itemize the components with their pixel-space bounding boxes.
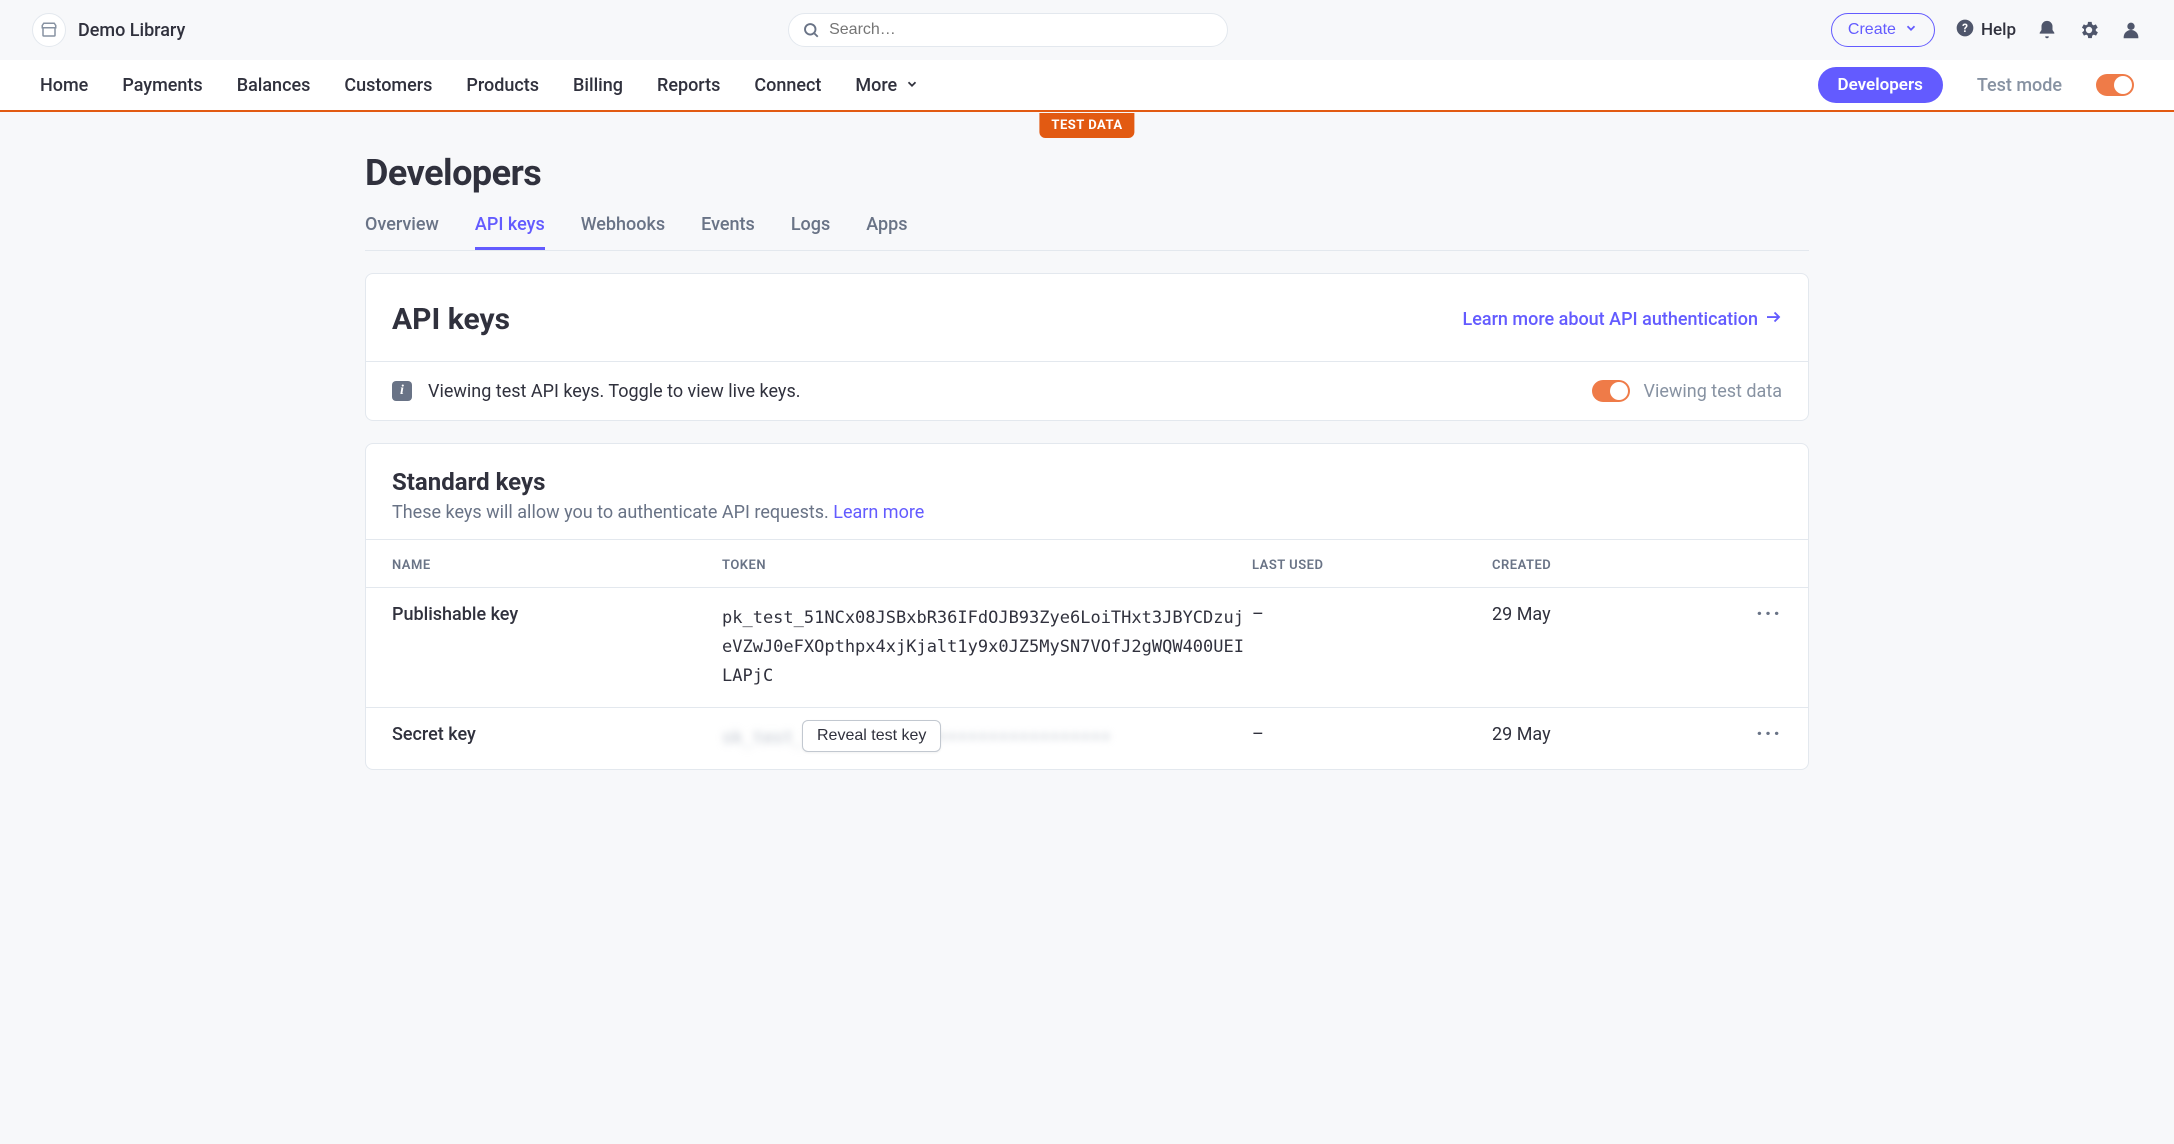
search-icon — [802, 21, 820, 43]
table-row: Secret key sk_test_•••••••••••••••••••••… — [366, 707, 1808, 769]
subtabs: Overview API keys Webhooks Events Logs A… — [365, 214, 1809, 251]
info-right: Viewing test data — [1592, 380, 1783, 402]
nav-reports[interactable]: Reports — [657, 75, 720, 96]
store-icon — [32, 13, 66, 47]
org-name: Demo Library — [78, 20, 185, 41]
section-sub-text: These keys will allow you to authenticat… — [392, 502, 833, 523]
search-input[interactable] — [788, 13, 1228, 47]
tab-logs[interactable]: Logs — [791, 214, 830, 250]
nav-customers[interactable]: Customers — [344, 75, 432, 96]
topbar: Demo Library Create ? Help — [0, 0, 2174, 60]
nav-connect[interactable]: Connect — [754, 75, 821, 96]
learn-auth-link[interactable]: Learn more about API authentication — [1463, 308, 1783, 331]
tab-apps[interactable]: Apps — [866, 214, 907, 250]
svg-text:?: ? — [1962, 21, 1968, 35]
col-name: NAME — [392, 558, 722, 573]
test-mode-label: Test mode — [1977, 75, 2062, 96]
section-sub: These keys will allow you to authenticat… — [392, 502, 1782, 523]
nav-more[interactable]: More — [855, 75, 919, 96]
tab-api-keys[interactable]: API keys — [475, 214, 545, 250]
nav-products[interactable]: Products — [466, 75, 539, 96]
topbar-right: Create ? Help — [1831, 13, 2142, 47]
panel-title: API keys — [392, 302, 510, 337]
info-left: i Viewing test API keys. Toggle to view … — [392, 381, 801, 402]
key-last-used: – — [1252, 724, 1492, 745]
navbar: Home Payments Balances Customers Product… — [0, 60, 2174, 112]
reveal-test-key-button[interactable]: Reveal test key — [802, 720, 941, 752]
nav-billing[interactable]: Billing — [573, 75, 623, 96]
tab-webhooks[interactable]: Webhooks — [581, 214, 665, 250]
nav-more-label: More — [855, 75, 897, 96]
key-name: Publishable key — [392, 604, 722, 625]
profile-icon[interactable] — [2120, 19, 2142, 41]
learn-link-label: Learn more about API authentication — [1463, 309, 1759, 330]
chevron-down-icon — [1904, 21, 1918, 40]
create-button[interactable]: Create — [1831, 13, 1935, 47]
nav-balances[interactable]: Balances — [237, 75, 311, 96]
api-keys-panel: API keys Learn more about API authentica… — [365, 273, 1809, 421]
viewing-test-label: Viewing test data — [1644, 381, 1783, 402]
nav-developers[interactable]: Developers — [1818, 67, 1943, 103]
table-row: Publishable key pk_test_51NCx08JSBxbR36I… — [366, 587, 1808, 707]
notifications-icon[interactable] — [2036, 19, 2058, 41]
info-row: i Viewing test API keys. Toggle to view … — [366, 361, 1808, 420]
search-wrap — [788, 13, 1228, 47]
create-button-label: Create — [1848, 21, 1896, 39]
view-live-toggle[interactable] — [1592, 380, 1630, 402]
col-last-used: LAST USED — [1252, 558, 1492, 573]
nav-home[interactable]: Home — [40, 75, 88, 96]
key-name: Secret key — [392, 724, 722, 745]
chevron-down-icon — [905, 75, 919, 96]
test-mode-toggle[interactable] — [2096, 74, 2134, 96]
help-label: Help — [1981, 20, 2016, 40]
key-last-used: – — [1252, 604, 1492, 625]
nav-payments[interactable]: Payments — [122, 75, 202, 96]
org-switcher[interactable]: Demo Library — [32, 13, 185, 47]
page: Developers Overview API keys Webhooks Ev… — [347, 112, 1827, 810]
help-icon: ? — [1955, 18, 1975, 43]
panel-head: API keys Learn more about API authentica… — [366, 274, 1808, 361]
settings-icon[interactable] — [2078, 19, 2100, 41]
col-created: CREATED — [1492, 558, 1742, 573]
standard-keys-panel: Standard keys These keys will allow you … — [365, 443, 1809, 770]
info-text: Viewing test API keys. Toggle to view li… — [428, 381, 801, 402]
info-icon: i — [392, 381, 412, 401]
test-data-tag: TEST DATA — [1039, 113, 1134, 138]
key-created: 29 May — [1492, 604, 1742, 625]
arrow-right-icon — [1764, 308, 1782, 331]
key-created: 29 May — [1492, 724, 1742, 745]
table-header: NAME TOKEN LAST USED CREATED — [366, 539, 1808, 587]
help-link[interactable]: ? Help — [1955, 18, 2016, 43]
row-actions-menu[interactable]: ··· — [1742, 604, 1782, 626]
key-token[interactable]: pk_test_51NCx08JSBxbR36IFdOJB93Zye6LoiTH… — [722, 604, 1252, 691]
tab-events[interactable]: Events — [701, 214, 755, 250]
section-head: Standard keys These keys will allow you … — [366, 444, 1808, 539]
row-actions-menu[interactable]: ··· — [1742, 724, 1782, 746]
section-title: Standard keys — [392, 468, 1782, 496]
col-token: TOKEN — [722, 558, 1252, 573]
page-title: Developers — [365, 152, 1809, 194]
learn-more-link[interactable]: Learn more — [833, 502, 924, 523]
key-token-hidden: sk_test_•••••••••••••••••••••••••••••• R… — [722, 724, 1252, 753]
tab-overview[interactable]: Overview — [365, 214, 439, 250]
